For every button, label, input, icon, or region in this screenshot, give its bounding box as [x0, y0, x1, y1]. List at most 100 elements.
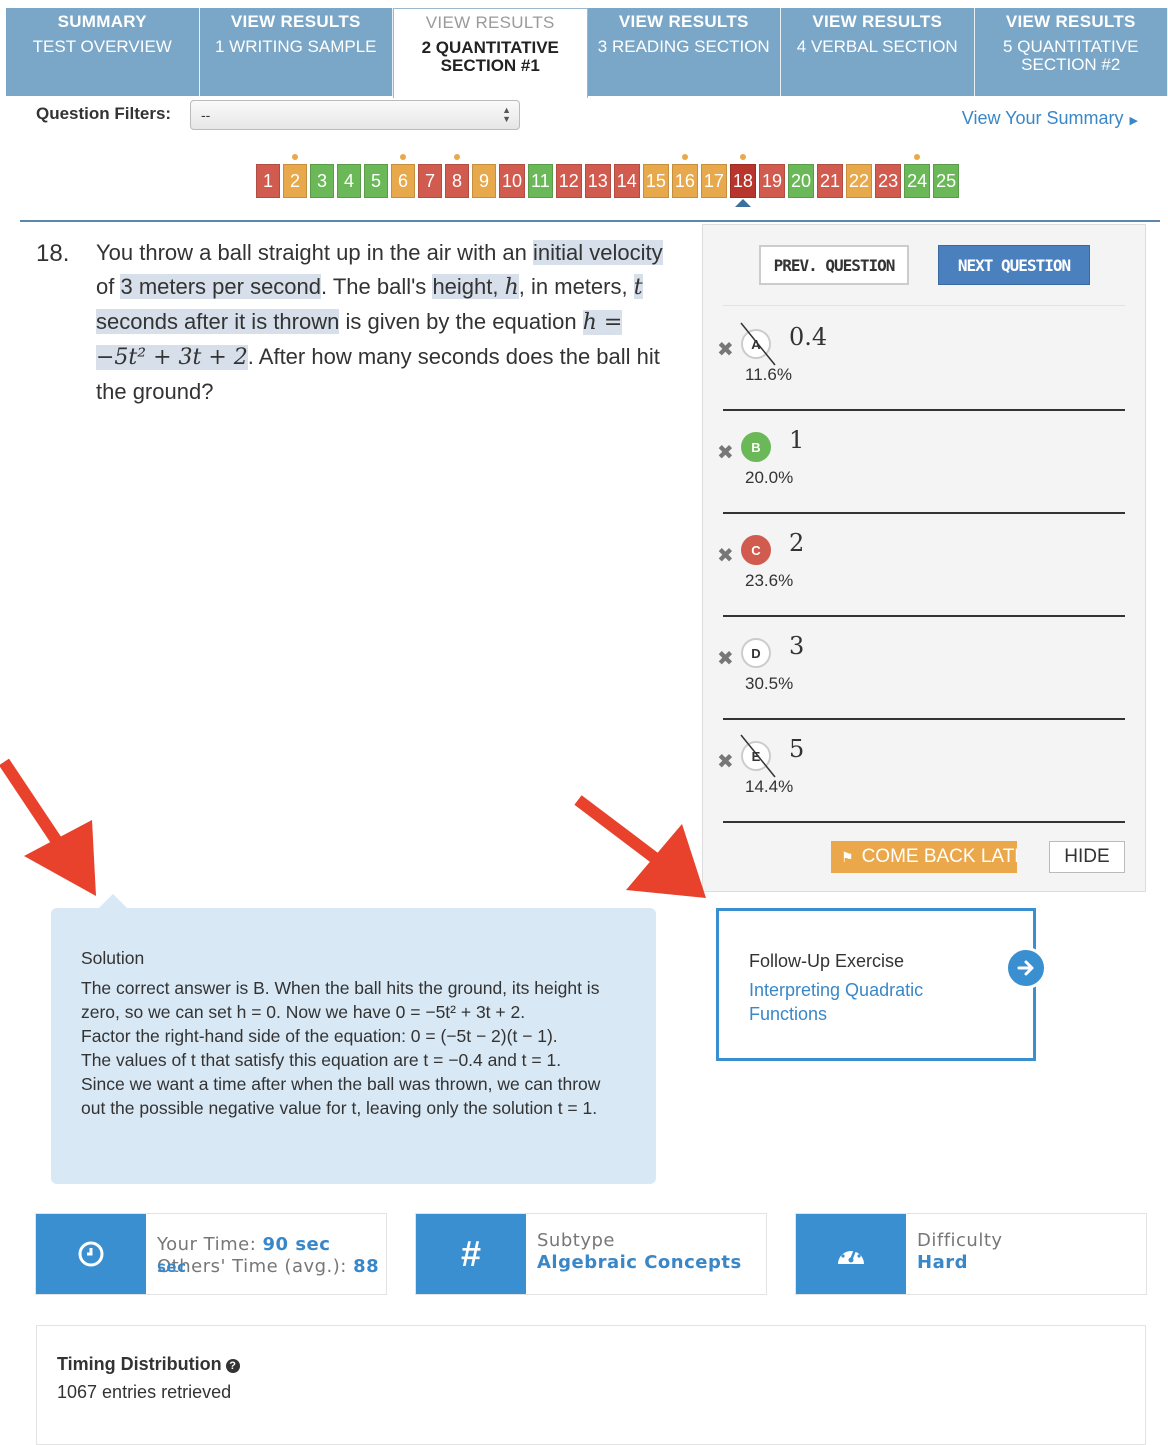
clock-icon [36, 1214, 146, 1294]
question-nav-label: 18 [733, 171, 753, 192]
question-nav-6[interactable]: 6 [391, 164, 415, 198]
eliminate-icon[interactable]: ✖ [717, 543, 734, 568]
subtype-card: # Subtype Algebraic Concepts [415, 1213, 767, 1295]
timing-title-text: Timing Distribution [57, 1354, 222, 1374]
eliminate-icon[interactable]: ✖ [717, 749, 734, 774]
choice-letter[interactable]: C [741, 535, 771, 565]
choice-letter[interactable]: D [741, 638, 771, 668]
question-pager: 1234567891011121314151617181920212223242… [256, 164, 959, 198]
follow-up-link[interactable]: Interpreting Quadratic Functions [749, 978, 1003, 1026]
timing-title: Timing Distribution? [57, 1354, 240, 1375]
flag-dot-icon [454, 154, 460, 160]
help-icon[interactable]: ? [226, 1359, 240, 1373]
tab-verbal[interactable]: VIEW RESULTS4 VERBAL SECTION [781, 8, 975, 96]
tab-sublabel: 2 QUANTITATIVE SECTION #1 [394, 39, 587, 75]
follow-up-exercise-card: Follow-Up Exercise Interpreting Quadrati… [716, 908, 1036, 1061]
eliminate-icon[interactable]: ✖ [717, 337, 734, 362]
come-back-later-button[interactable]: ⚑COME BACK LATER [831, 841, 1017, 873]
highlighted-phrase: initial velocity [533, 240, 663, 265]
variable-h: h [505, 275, 519, 300]
eliminate-icon[interactable]: ✖ [717, 646, 734, 671]
flag-dot-icon [914, 154, 920, 160]
question-text: You throw a ball straight up in the air … [96, 236, 676, 409]
question-nav-19[interactable]: 19 [759, 164, 785, 198]
solution-box: Solution The correct answer is B. When t… [51, 908, 656, 1184]
answer-choice-e[interactable]: ✖ E 5 14.4% [723, 721, 1125, 823]
tab-writing-sample[interactable]: VIEW RESULTS1 WRITING SAMPLE [200, 8, 394, 96]
section-tabs: SUMMARYTEST OVERVIEW VIEW RESULTS1 WRITI… [6, 8, 1168, 96]
tab-sublabel: 5 QUANTITATIVE SECTION #2 [975, 38, 1168, 74]
question-nav-13[interactable]: 13 [585, 164, 611, 198]
question-nav-label: 4 [344, 171, 354, 192]
question-nav-15[interactable]: 15 [643, 164, 669, 198]
question-nav-label: 7 [425, 171, 435, 192]
question-nav-4[interactable]: 4 [337, 164, 361, 198]
difficulty-value: Hard [917, 1252, 968, 1273]
choice-percent: 14.4% [745, 777, 793, 797]
question-nav-23[interactable]: 23 [875, 164, 901, 198]
answer-choice-a[interactable]: ✖ A 0.4 11.6% [723, 309, 1125, 411]
question-nav-label: 14 [617, 171, 637, 192]
answer-choice-b[interactable]: ✖ B 1 20.0% [723, 412, 1125, 514]
question-nav-10[interactable]: 10 [499, 164, 525, 198]
prev-question-button[interactable]: PREV. QUESTION [759, 245, 909, 285]
arrow-right-circle-icon[interactable] [1005, 947, 1047, 989]
current-indicator-icon [735, 199, 751, 207]
others-time: Others' Time (avg.): 88 [157, 1256, 379, 1277]
timing-count: 1067 entries retrieved [57, 1382, 231, 1403]
eliminate-icon[interactable]: ✖ [717, 440, 734, 465]
question-nav-25[interactable]: 25 [933, 164, 959, 198]
question-filters-label: Question Filters: [36, 104, 171, 124]
question-nav-label: 19 [762, 171, 782, 192]
choice-value: 1 [789, 426, 804, 454]
answer-choice-c[interactable]: ✖ C 2 23.6% [723, 515, 1125, 617]
question-text-part: . The ball's [321, 274, 432, 299]
time-card: Your Time: 90 sec Others' Time (avg.): 8… [35, 1213, 387, 1295]
flag-dot-icon [292, 154, 298, 160]
question-nav-label: 22 [849, 171, 869, 192]
tab-quantitative-2[interactable]: VIEW RESULTS5 QUANTITATIVE SECTION #2 [975, 8, 1168, 96]
question-nav-label: 25 [936, 171, 956, 192]
question-nav-22[interactable]: 22 [846, 164, 872, 198]
question-nav-11[interactable]: 11 [528, 164, 553, 198]
question-nav-16[interactable]: 16 [672, 164, 698, 198]
view-summary-link[interactable]: View Your Summary▶ [962, 108, 1138, 129]
answer-choice-d[interactable]: ✖ D 3 30.5% [723, 618, 1125, 720]
question-nav-label: 2 [290, 171, 300, 192]
choice-percent: 11.6% [745, 365, 792, 385]
flag-dot-icon [740, 154, 746, 160]
choice-letter[interactable]: B [741, 432, 771, 462]
question-nav-20[interactable]: 20 [788, 164, 814, 198]
question-filters-select[interactable]: -- ▲▼ [190, 100, 520, 130]
question-nav-7[interactable]: 7 [418, 164, 442, 198]
tab-label: VIEW RESULTS [812, 12, 942, 32]
question-nav-9[interactable]: 9 [472, 164, 496, 198]
question-nav-5[interactable]: 5 [364, 164, 388, 198]
hide-button[interactable]: HIDE [1049, 841, 1125, 873]
question-nav-2[interactable]: 2 [283, 164, 307, 198]
question-nav-12[interactable]: 12 [556, 164, 582, 198]
choice-value: 0.4 [789, 323, 827, 351]
question-nav-3[interactable]: 3 [310, 164, 334, 198]
solution-text: Since we want a time after when the ball… [81, 1072, 626, 1120]
difficulty-card: Difficulty Hard [795, 1213, 1147, 1295]
question-nav-label: 23 [878, 171, 898, 192]
question-nav-21[interactable]: 21 [817, 164, 843, 198]
question-text-part: , in meters, [519, 274, 634, 299]
question-nav-label: 9 [479, 171, 489, 192]
subtype-value: Algebraic Concepts [537, 1252, 742, 1273]
tab-reading[interactable]: VIEW RESULTS3 READING SECTION [588, 8, 782, 96]
question-nav-18[interactable]: 18 [730, 164, 756, 198]
select-arrows-icon: ▲▼ [502, 106, 511, 124]
question-nav-label: 8 [452, 171, 462, 192]
question-nav-1[interactable]: 1 [256, 164, 280, 198]
question-nav-17[interactable]: 17 [701, 164, 727, 198]
question-nav-label: 6 [398, 171, 408, 192]
tab-summary[interactable]: SUMMARYTEST OVERVIEW [6, 8, 200, 96]
next-question-button[interactable]: NEXT QUESTION [938, 245, 1090, 285]
follow-up-title: Follow-Up Exercise [749, 951, 1003, 972]
question-nav-8[interactable]: 8 [445, 164, 469, 198]
question-nav-24[interactable]: 24 [904, 164, 930, 198]
tab-quantitative-1[interactable]: VIEW RESULTS2 QUANTITATIVE SECTION #1 [393, 8, 588, 98]
question-nav-14[interactable]: 14 [614, 164, 640, 198]
